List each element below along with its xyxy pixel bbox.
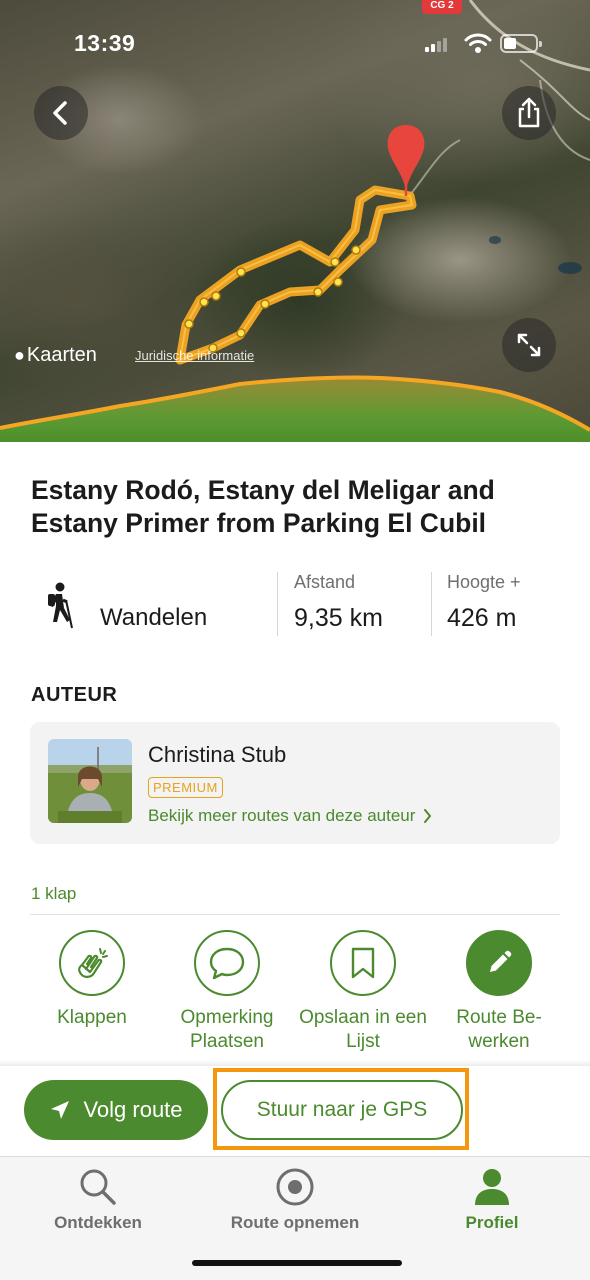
- follow-route-button[interactable]: Volg route: [24, 1080, 208, 1140]
- tab-record[interactable]: Route opnemen: [205, 1165, 385, 1233]
- hiker-icon: [48, 582, 73, 629]
- record-icon: [276, 1168, 314, 1206]
- author-card[interactable]: Christina Stub PREMIUM Bekijk meer route…: [30, 722, 560, 844]
- route-stats: Wandelen Afstand 9,35 km Hoogte + 426 m: [0, 568, 590, 640]
- author-routes-link[interactable]: Bekijk meer routes van deze auteur: [148, 806, 432, 826]
- comment-button[interactable]: Opmerking Plaatsen: [162, 930, 292, 1054]
- tab-discover-label: Ontdekken: [54, 1213, 142, 1232]
- comment-label: Opmerking Plaatsen: [180, 1007, 274, 1052]
- status-badge: CG 2: [422, 0, 462, 14]
- apple-logo-icon: ●: [14, 345, 25, 365]
- edit-route-button[interactable]: Route Be-werken: [434, 930, 564, 1054]
- edit-button-circle: [466, 930, 532, 996]
- back-button[interactable]: [34, 86, 88, 140]
- stats-divider: [277, 572, 278, 636]
- navigation-arrow-icon: [51, 1101, 70, 1119]
- clap-label: Klappen: [57, 1007, 127, 1028]
- comment-icon: [209, 947, 245, 980]
- wifi-icon: [464, 33, 492, 53]
- elevation-label: Hoogte +: [447, 572, 521, 592]
- cellular-signal-icon: [425, 38, 447, 52]
- tab-profile[interactable]: Profiel: [402, 1165, 582, 1233]
- save-button-circle: [330, 930, 396, 996]
- distance-value: 9,35 km: [294, 604, 383, 632]
- profile-icon: [475, 1169, 509, 1205]
- activity-type: Wandelen: [100, 604, 208, 631]
- save-to-list-label: Opslaan in een Lijst: [299, 1007, 427, 1052]
- author-name: Christina Stub: [148, 742, 287, 767]
- comment-button-circle: [194, 930, 260, 996]
- expand-icon: [517, 333, 541, 357]
- tab-profile-label: Profiel: [465, 1213, 519, 1232]
- legal-link[interactable]: Juridische informatie: [135, 348, 254, 363]
- cta-bar: Volg route Stuur naar je GPS: [0, 1066, 590, 1156]
- status-bar: CG 2 13:39: [0, 0, 590, 90]
- battery-icon: [500, 34, 542, 53]
- elevation-profile[interactable]: [0, 370, 590, 442]
- author-section-title: AUTEUR: [31, 684, 118, 706]
- status-time: 13:39: [74, 30, 136, 56]
- share-button[interactable]: [502, 86, 556, 140]
- elevation-value: 426 m: [447, 604, 517, 632]
- map-attribution-brand: Kaarten: [26, 344, 97, 366]
- premium-badge: PREMIUM: [148, 777, 223, 798]
- expand-map-button[interactable]: [502, 318, 556, 372]
- start-pin-icon: [387, 125, 425, 196]
- author-routes-link-label: Bekijk meer routes van deze auteur: [148, 806, 416, 825]
- clap-button[interactable]: Klappen: [27, 930, 157, 1030]
- search-icon: [80, 1169, 116, 1205]
- save-to-list-button[interactable]: Opslaan in een Lijst: [298, 930, 428, 1054]
- map-attribution: ● Kaarten: [14, 344, 97, 367]
- stats-divider: [431, 572, 432, 636]
- route-map[interactable]: CG 2 13:39 ● Kaarten Juridische informat…: [0, 0, 590, 442]
- clap-count[interactable]: 1 klap: [31, 884, 76, 904]
- bookmark-icon: [351, 947, 375, 979]
- chevron-left-icon: [53, 101, 67, 125]
- chevron-right-icon: [424, 809, 432, 823]
- route-title: Estany Rodó, Estany del Meligar and Esta…: [31, 475, 495, 538]
- share-icon: [518, 97, 540, 128]
- tab-discover[interactable]: Ontdekken: [8, 1165, 188, 1233]
- follow-route-label: Volg route: [83, 1097, 183, 1122]
- divider: [30, 914, 560, 915]
- distance-label: Afstand: [294, 572, 356, 592]
- pencil-icon: [490, 950, 512, 972]
- highlight-box: [213, 1068, 469, 1150]
- action-row: Klappen Opmerking Plaatsen Opslaan in ee…: [0, 930, 590, 1060]
- clap-icon: [78, 948, 108, 978]
- clap-button-circle: [59, 930, 125, 996]
- home-indicator[interactable]: [192, 1260, 402, 1266]
- edit-route-label: Route Be-werken: [456, 1007, 542, 1052]
- tab-record-label: Route opnemen: [230, 1213, 360, 1232]
- avatar: [48, 739, 132, 823]
